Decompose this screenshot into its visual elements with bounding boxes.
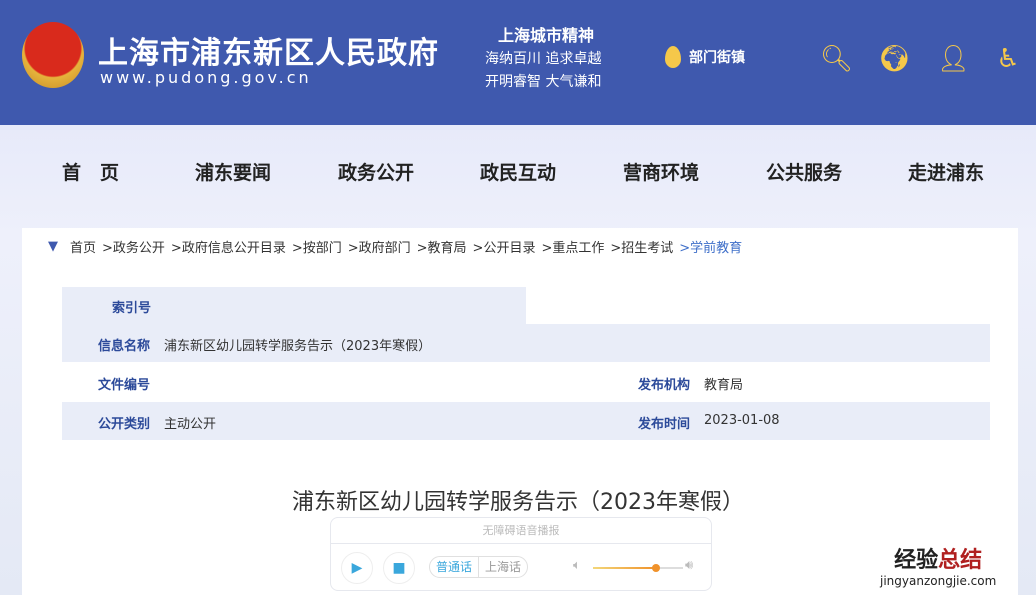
meta-row-file: 文件编号 发布机构 教育局 <box>62 363 990 401</box>
breadcrumb: ▼ 首页 >政务公开 >政府信息公开目录 >按部门 >政府部门 >教育局 >公开… <box>48 237 742 256</box>
volume-knob[interactable] <box>652 564 660 572</box>
breadcrumb-item[interactable]: >公开目录 <box>473 237 536 256</box>
org-label: 发布机构 <box>638 378 691 393</box>
meta-row-category: 公开类别 主动公开 发布时间 2023-01-08 <box>62 402 990 440</box>
city-spirit-line: 开明睿智 大气谦和 <box>485 74 602 90</box>
breadcrumb-current[interactable]: >学前教育 <box>679 237 742 256</box>
globe-icon[interactable]: 🌍︎ <box>878 44 911 74</box>
breadcrumb-item[interactable]: >教育局 <box>417 237 467 256</box>
location-icon: ▼ <box>48 239 58 254</box>
nav-news[interactable]: 浦东要闻 <box>195 158 271 185</box>
date-label: 发布时间 <box>638 417 691 432</box>
nav-gov-affairs[interactable]: 政务公开 <box>338 158 414 185</box>
lang-shanghainese[interactable]: 上海话 <box>479 557 527 577</box>
category-value: 主动公开 <box>164 417 217 432</box>
breadcrumb-item[interactable]: >政府信息公开目录 <box>171 237 286 256</box>
name-label: 信息名称 <box>98 339 151 354</box>
audio-player: 无障碍语音播报 ▶ ■ 普通话 上海话 🔈︎ 🔊︎ <box>330 517 712 591</box>
volume-low-icon: 🔈︎ <box>573 558 581 573</box>
watermark-text: 总结 <box>938 548 983 573</box>
search-icon[interactable]: 🔍︎ <box>820 44 853 74</box>
breadcrumb-item[interactable]: >政务公开 <box>102 237 165 256</box>
index-label: 索引号 <box>112 301 152 316</box>
play-icon[interactable]: ▶ <box>341 552 373 584</box>
category-label: 公开类别 <box>98 417 151 432</box>
nav-business[interactable]: 营商环境 <box>623 158 699 185</box>
meta-row-name: 信息名称 浦东新区幼儿园转学服务告示（2023年寒假） <box>62 324 990 362</box>
meta-row-index: 索引号 <box>62 287 526 325</box>
site-header: 上海市浦东新区人民政府 www.pudong.gov.cn 上海城市精神 海纳百… <box>0 0 1036 125</box>
nav-about[interactable]: 走进浦东 <box>908 158 984 185</box>
breadcrumb-item[interactable]: >重点工作 <box>541 237 604 256</box>
org-value: 教育局 <box>704 378 744 393</box>
player-title: 无障碍语音播报 <box>331 518 711 544</box>
location-pin-icon <box>665 46 681 68</box>
breadcrumb-item[interactable]: >按部门 <box>292 237 342 256</box>
watermark-url: jingyanzongjie.com <box>880 574 997 588</box>
lang-mandarin[interactable]: 普通话 <box>430 557 480 577</box>
breadcrumb-item[interactable]: 首页 <box>70 237 96 256</box>
national-emblem-logo <box>22 22 84 88</box>
document-title: 浦东新区幼儿园转学服务告示（2023年寒假） <box>292 490 744 515</box>
site-url: www.pudong.gov.cn <box>100 68 312 87</box>
dept-label: 部门街镇 <box>689 50 745 66</box>
nav-services[interactable]: 公共服务 <box>766 158 842 185</box>
stop-icon[interactable]: ■ <box>383 552 415 584</box>
user-icon[interactable]: 👤︎ <box>937 44 970 74</box>
dept-street-link[interactable]: 部门街镇 <box>665 46 745 68</box>
city-spirit-line: 海纳百川 追求卓越 <box>485 51 602 67</box>
volume-high-icon: 🔊︎ <box>685 558 694 573</box>
volume-slider[interactable] <box>593 564 683 572</box>
language-toggle: 普通话 上海话 <box>429 556 529 578</box>
date-value: 2023-01-08 <box>704 413 780 428</box>
site-title[interactable]: 上海市浦东新区人民政府 <box>98 28 439 72</box>
watermark: 经验总结 jingyanzongjie.com <box>880 542 997 588</box>
nav-home[interactable]: 首 页 <box>62 158 119 185</box>
breadcrumb-item[interactable]: >招生考试 <box>610 237 673 256</box>
city-spirit-title: 上海城市精神 <box>498 26 595 45</box>
accessibility-icon[interactable]: ♿︎ <box>993 44 1023 74</box>
nav-interaction[interactable]: 政民互动 <box>480 158 556 185</box>
name-value: 浦东新区幼儿园转学服务告示（2023年寒假） <box>164 339 432 354</box>
watermark-text: 经验 <box>894 548 939 573</box>
file-label: 文件编号 <box>98 378 151 393</box>
breadcrumb-item[interactable]: >政府部门 <box>348 237 411 256</box>
